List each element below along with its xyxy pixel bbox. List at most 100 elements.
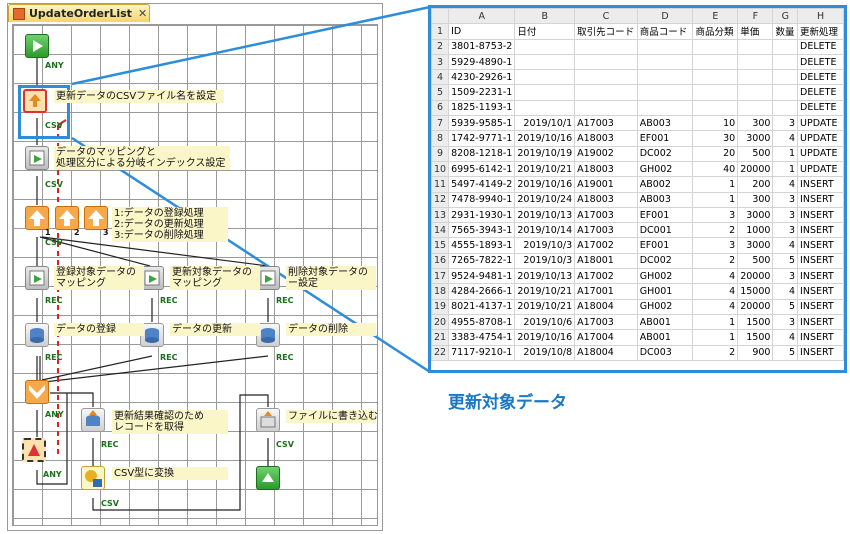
table-cell[interactable]: 3 [772, 206, 799, 224]
table-cell[interactable]: 1000 [737, 222, 774, 239]
row-number-cell[interactable]: 14 [431, 222, 450, 239]
table-cell[interactable]: 200 [737, 176, 774, 193]
table-cell[interactable]: 取引先コード [574, 23, 638, 40]
table-cell[interactable]: 2019/10/21 [514, 298, 576, 315]
table-cell[interactable]: 2019/10/19 [514, 145, 576, 162]
table-cell[interactable] [772, 84, 799, 101]
table-cell[interactable]: 商品分類 [692, 23, 739, 40]
table-cell[interactable]: 2019/10/21 [514, 160, 576, 178]
table-cell[interactable]: 3801-8753-2 [448, 38, 516, 55]
table-cell[interactable]: 6995-6142-1 [448, 160, 516, 178]
table-cell[interactable]: INSERT [797, 191, 844, 208]
table-cell[interactable] [737, 84, 774, 101]
table-cell[interactable]: 1 [772, 160, 799, 178]
table-cell[interactable]: 7117-9210-1 [448, 344, 516, 361]
table-cell[interactable]: 2019/10/8 [514, 344, 576, 361]
table-cell[interactable]: 4955-8708-1 [448, 313, 516, 331]
table-cell[interactable]: DC001 [636, 222, 694, 239]
row-number-cell[interactable]: 9 [431, 145, 450, 162]
table-cell[interactable]: INSERT [797, 283, 844, 300]
row-number-cell[interactable]: 1 [431, 23, 450, 40]
mapping-icon[interactable] [25, 146, 49, 170]
db-insert-icon[interactable] [25, 323, 49, 347]
table-cell[interactable]: 2 [692, 344, 739, 361]
table-cell[interactable] [574, 53, 638, 71]
table-cell[interactable]: 5 [772, 252, 799, 270]
table-cell[interactable] [574, 84, 638, 101]
row-number-cell[interactable]: 3 [431, 53, 450, 71]
table-cell[interactable]: EF001 [636, 130, 694, 147]
table-cell[interactable]: DELETE [797, 38, 844, 55]
table-cell[interactable]: 7265-7822-1 [448, 252, 516, 270]
csv-convert-icon[interactable] [81, 466, 105, 490]
table-cell[interactable]: 4230-2926-1 [448, 69, 516, 86]
table-cell[interactable]: A17004 [574, 329, 638, 346]
table-cell[interactable]: 4 [692, 268, 739, 285]
table-cell[interactable]: 更新処理 [797, 23, 844, 40]
table-cell[interactable]: AB003 [636, 115, 694, 132]
table-cell[interactable]: AB003 [636, 191, 694, 208]
table-cell[interactable] [514, 53, 576, 71]
table-cell[interactable]: 1 [692, 329, 739, 346]
table-cell[interactable]: 3 [692, 206, 739, 224]
merge-icon[interactable] [25, 380, 49, 404]
table-cell[interactable]: A18003 [574, 191, 638, 208]
row-number-cell[interactable]: 19 [431, 298, 450, 315]
row-number-cell[interactable]: 17 [431, 268, 450, 285]
table-cell[interactable]: 2019/10/14 [514, 222, 576, 239]
table-cell[interactable]: INSERT [797, 298, 844, 315]
column-header-b[interactable]: B [514, 8, 576, 25]
table-cell[interactable]: 5929-4890-1 [448, 53, 516, 71]
table-cell[interactable]: 3 [772, 268, 799, 285]
table-cell[interactable]: 500 [737, 252, 774, 270]
row-number-cell[interactable]: 10 [431, 160, 450, 178]
table-cell[interactable]: 500 [737, 145, 774, 162]
column-header-c[interactable]: C [574, 8, 638, 25]
table-cell[interactable]: A18003 [574, 130, 638, 147]
branch-icon-1[interactable] [25, 206, 49, 230]
table-cell[interactable]: 商品コード [636, 23, 694, 40]
table-cell[interactable]: 2019/10/21 [514, 283, 576, 300]
table-cell[interactable]: 数量 [772, 23, 799, 40]
table-cell[interactable]: 20000 [737, 160, 774, 178]
selected-assign-icon[interactable] [22, 438, 46, 462]
table-cell[interactable]: UPDATE [797, 145, 844, 162]
table-cell[interactable]: 4 [692, 298, 739, 315]
row-number-cell[interactable]: 13 [431, 206, 450, 224]
table-cell[interactable]: 3000 [737, 130, 774, 147]
insert-mapping-icon[interactable] [25, 266, 49, 290]
table-cell[interactable]: INSERT [797, 329, 844, 346]
table-cell[interactable] [772, 38, 799, 55]
table-cell[interactable]: INSERT [797, 313, 844, 331]
table-cell[interactable]: 2 [692, 222, 739, 239]
table-cell[interactable]: 7478-9940-1 [448, 191, 516, 208]
table-cell[interactable]: A17003 [574, 115, 638, 132]
table-cell[interactable]: DELETE [797, 69, 844, 86]
column-header-g[interactable]: G [772, 8, 799, 25]
table-cell[interactable]: 4 [772, 176, 799, 193]
table-cell[interactable] [692, 99, 739, 117]
row-number-cell[interactable]: 7 [431, 115, 450, 132]
table-cell[interactable]: 1500 [737, 313, 774, 331]
table-cell[interactable]: 3 [772, 313, 799, 331]
table-cell[interactable]: 3 [692, 237, 739, 254]
table-cell[interactable]: 1825-1193-1 [448, 99, 516, 117]
table-cell[interactable]: 1 [692, 191, 739, 208]
table-cell[interactable] [636, 99, 694, 117]
set-variable-icon[interactable] [23, 89, 47, 113]
table-cell[interactable]: AB001 [636, 329, 694, 346]
table-cell[interactable] [772, 99, 799, 117]
table-cell[interactable]: DELETE [797, 99, 844, 117]
file-write-icon[interactable] [256, 408, 280, 432]
table-cell[interactable] [772, 69, 799, 86]
table-cell[interactable]: INSERT [797, 252, 844, 270]
row-number-cell[interactable]: 8 [431, 130, 450, 147]
corner-cell[interactable] [431, 8, 450, 25]
table-cell[interactable]: 4 [772, 329, 799, 346]
table-cell[interactable]: EF001 [636, 206, 694, 224]
table-cell[interactable]: DC003 [636, 344, 694, 361]
table-cell[interactable]: 4 [772, 283, 799, 300]
table-cell[interactable]: 15000 [737, 283, 774, 300]
table-cell[interactable]: AB002 [636, 176, 694, 193]
table-cell[interactable]: AB001 [636, 313, 694, 331]
